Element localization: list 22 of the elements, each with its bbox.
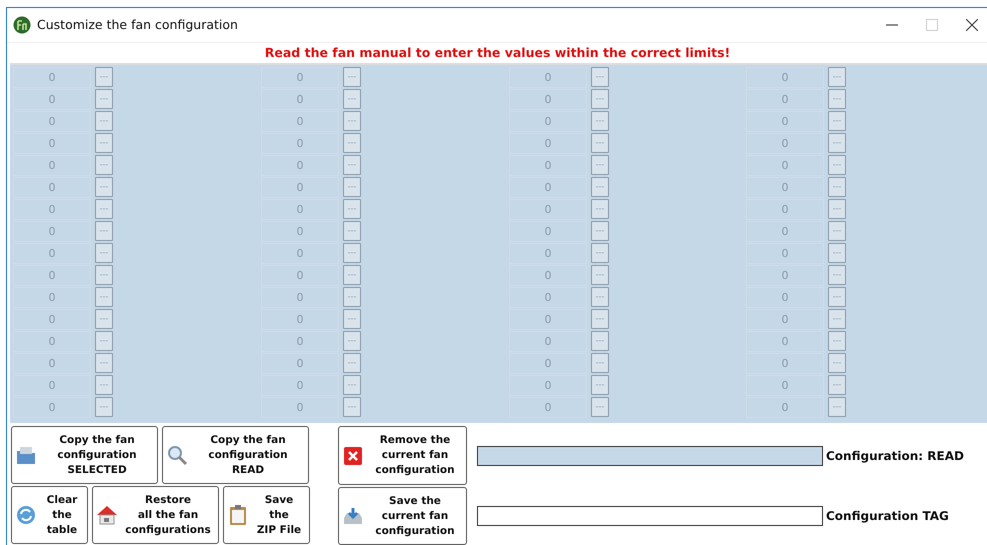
folder-icon — [15, 444, 37, 466]
text-field[interactable] — [477, 506, 823, 526]
close-icon — [342, 444, 364, 466]
action-button[interactable]: Save the ZIP File — [223, 486, 310, 544]
warning-text: Read the fan manual to enter the values within the correct limits! — [264, 45, 730, 60]
app-icon — [13, 16, 31, 34]
close-icon[interactable] — [966, 18, 978, 31]
tray-icon — [342, 505, 364, 527]
clipboard-icon — [227, 504, 249, 526]
action-button[interactable]: Copy the fan configuration READ — [162, 426, 309, 484]
action-button[interactable]: Restore all the fan configurations — [92, 486, 219, 544]
action-button[interactable]: Clear the table — [11, 486, 88, 544]
search-icon — [166, 444, 188, 466]
action-button[interactable]: Save the current fan configuration — [338, 487, 467, 545]
action-button[interactable]: Copy the fan configuration SELECTED — [11, 426, 158, 484]
field-label: Configuration: READ — [826, 449, 964, 463]
refresh-icon — [15, 504, 37, 526]
window-title: Customize the fan configuration — [37, 17, 239, 32]
text-field[interactable] — [477, 446, 823, 466]
action-button[interactable]: Remove the current fan configuration — [338, 426, 467, 485]
field-label: Configuration TAG — [826, 509, 949, 523]
home-icon — [96, 504, 118, 526]
